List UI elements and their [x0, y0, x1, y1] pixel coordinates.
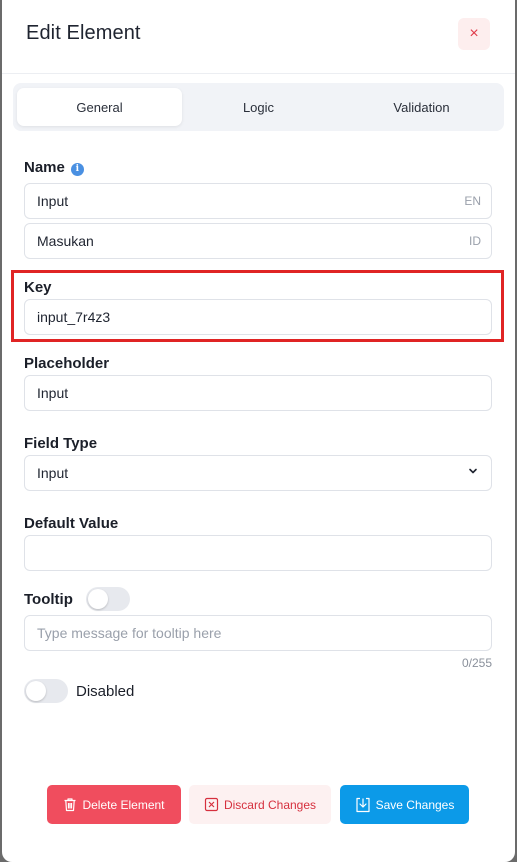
edit-element-panel: Edit Element × General Logic Validation …	[2, 0, 515, 862]
save-label: Save Changes	[375, 797, 455, 812]
name-label-text: Name	[24, 159, 65, 176]
tab-general[interactable]: General	[17, 88, 182, 126]
disabled-toggle[interactable]	[24, 679, 68, 703]
save-icon	[356, 797, 370, 812]
trash-icon	[64, 798, 76, 812]
field-type-label: Field Type	[24, 435, 98, 452]
delete-element-button[interactable]: Delete Element	[47, 785, 181, 824]
key-input[interactable]: input_7r4z3	[24, 299, 492, 335]
key-label: Key	[24, 279, 52, 296]
name-en-value: Input	[37, 193, 69, 209]
key-value: input_7r4z3	[37, 309, 111, 325]
close-icon: ×	[469, 25, 479, 42]
discard-label: Discard Changes	[223, 797, 317, 812]
tab-bar: General Logic Validation	[13, 83, 504, 131]
name-label: Name i	[24, 159, 84, 176]
chevron-down-icon	[469, 468, 477, 474]
save-changes-button[interactable]: Save Changes	[340, 785, 469, 824]
discard-changes-button[interactable]: Discard Changes	[189, 785, 331, 824]
placeholder-label: Placeholder	[24, 355, 110, 372]
disabled-label: Disabled	[76, 683, 135, 700]
toggle-knob	[26, 681, 46, 701]
delete-label: Delete Element	[82, 797, 165, 812]
tooltip-toggle[interactable]	[86, 587, 130, 611]
toggle-knob	[88, 589, 108, 609]
name-field-id[interactable]: Masukan ID	[24, 223, 492, 259]
tab-logic[interactable]: Logic	[176, 88, 341, 126]
default-value-input[interactable]	[24, 535, 492, 571]
name-field-en[interactable]: Input EN	[24, 183, 492, 219]
field-type-value: Input	[37, 465, 69, 481]
close-button[interactable]: ×	[458, 18, 490, 50]
lang-badge-en: EN	[464, 194, 481, 208]
tooltip-label: Tooltip	[24, 591, 73, 608]
tooltip-placeholder: Type message for tooltip here	[37, 625, 222, 641]
tooltip-textarea[interactable]: Type message for tooltip here	[24, 615, 492, 651]
panel-title: Edit Element	[26, 22, 141, 44]
char-counter: 0/255	[461, 656, 492, 670]
discard-icon	[204, 797, 219, 812]
placeholder-value: Input	[37, 385, 69, 401]
field-type-select[interactable]: Input	[24, 455, 492, 491]
tab-validation[interactable]: Validation	[339, 88, 504, 126]
lang-badge-id: ID	[469, 234, 481, 248]
panel-header: Edit Element ×	[2, 0, 515, 74]
name-id-value: Masukan	[37, 233, 94, 249]
info-icon[interactable]: i	[70, 162, 84, 176]
default-value-label: Default Value	[24, 515, 119, 532]
placeholder-input[interactable]: Input	[24, 375, 492, 411]
